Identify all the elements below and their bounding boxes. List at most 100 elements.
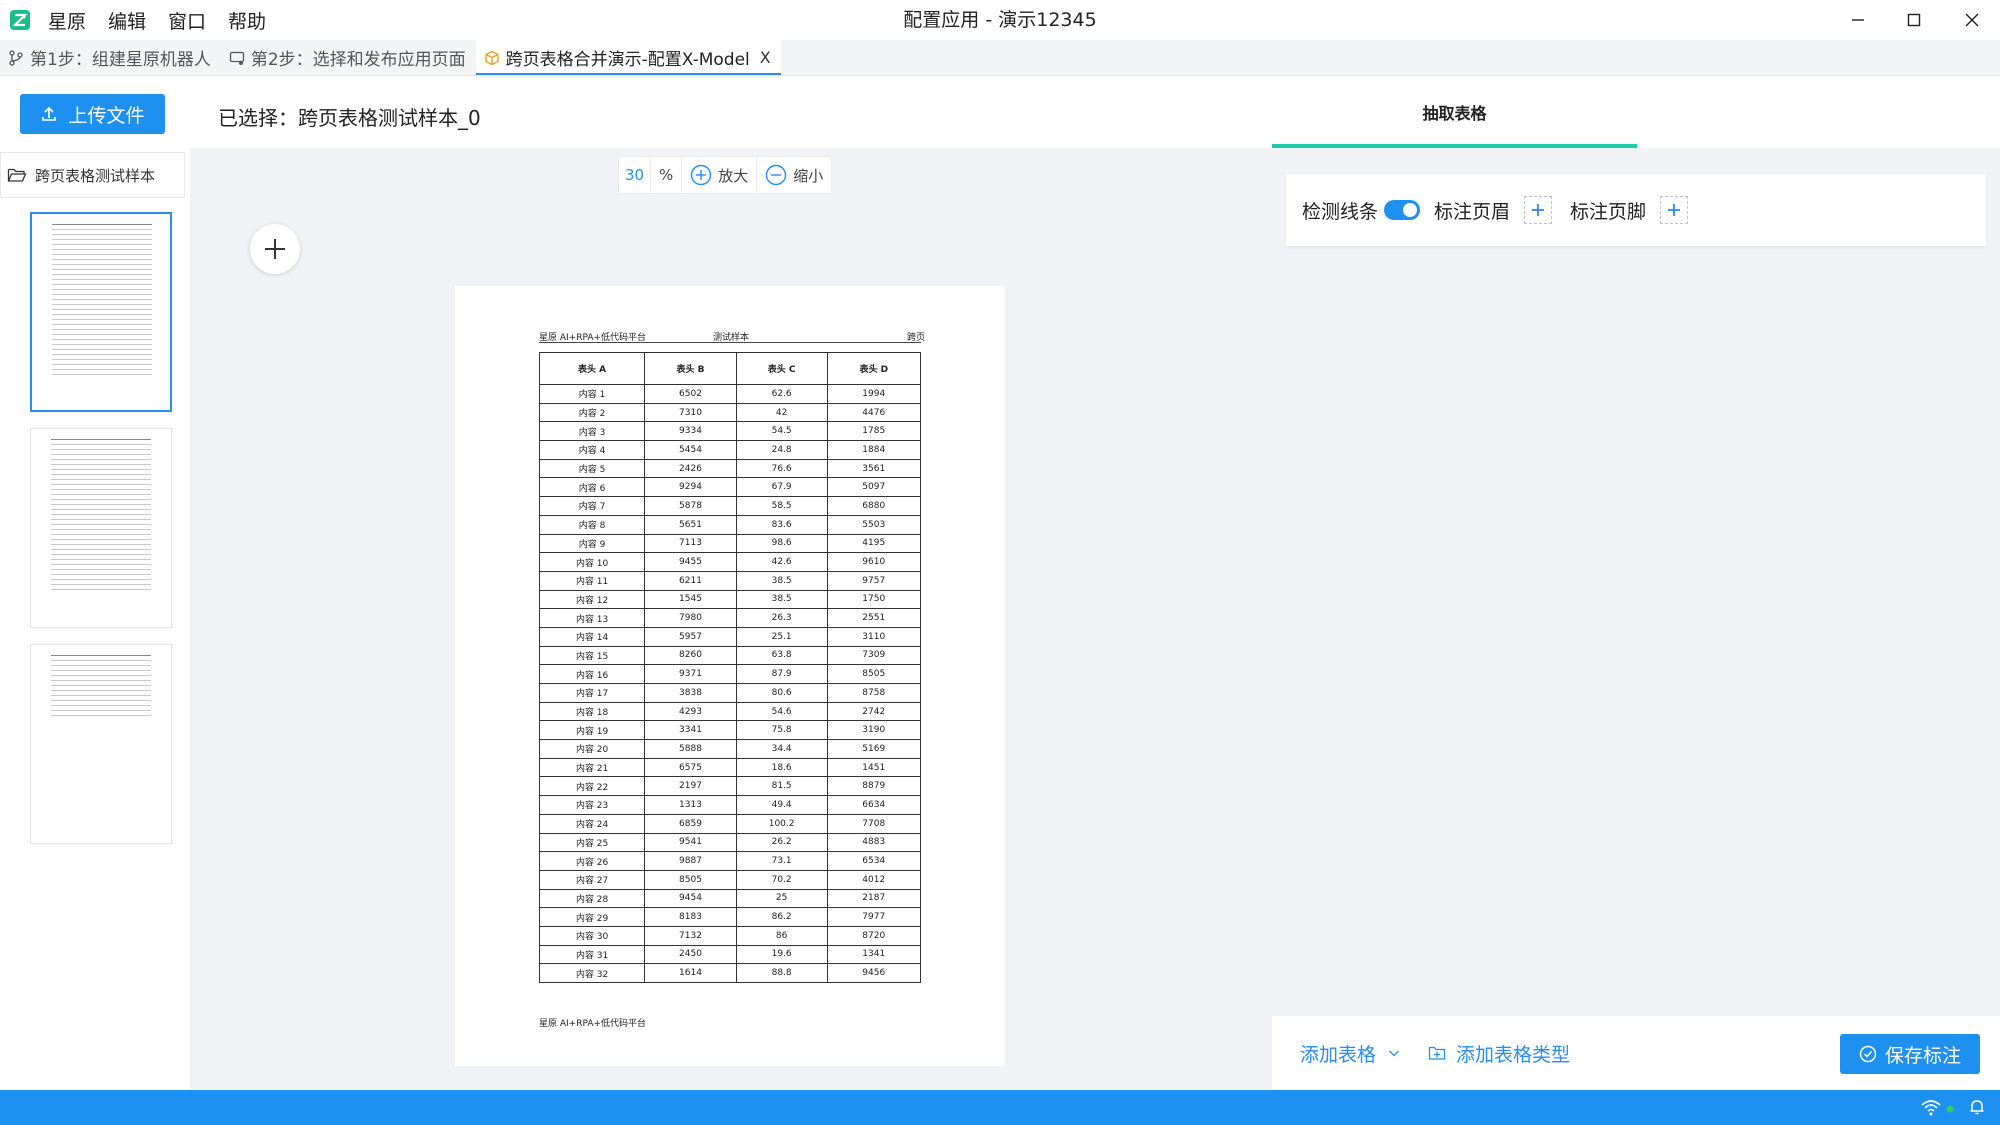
table-row: 内容 30 7132 86 8720 — [538, 925, 921, 946]
table-cell: 4012 — [826, 869, 921, 890]
table-cell: 内容 1 — [538, 384, 646, 404]
table-cell: 5957 — [644, 626, 737, 647]
thumbnail-row-line — [52, 309, 152, 310]
menu-edit[interactable]: 编辑 — [108, 7, 146, 34]
table-cell: 5454 — [644, 440, 737, 460]
tab-step2[interactable]: 第2步：选择和发布应用页面 — [221, 40, 476, 75]
table-cell: 7113 — [644, 533, 737, 554]
thumbnail-preview — [51, 655, 151, 720]
flow-icon — [229, 50, 245, 66]
table-cell: 8720 — [826, 925, 921, 946]
table-row: 内容 20 5888 34.4 5169 — [538, 739, 921, 759]
page-thumbnail-3[interactable] — [30, 644, 172, 844]
zoom-value[interactable]: 30 — [619, 157, 651, 193]
thumbnail-row-line — [51, 544, 151, 545]
tab-xmodel[interactable]: 跨页表格合并演示-配置X-Model X — [475, 40, 781, 75]
thumbnail-row-line — [51, 479, 151, 480]
detect-lines-toggle[interactable] — [1384, 200, 1421, 220]
folder-open-icon — [7, 168, 27, 182]
thumbnail-row-line — [52, 239, 152, 240]
table-cell: 54.5 — [735, 421, 828, 442]
tab-step1[interactable]: 第1步：组建星原机器人 — [0, 40, 221, 75]
mark-header-button[interactable] — [1524, 196, 1553, 224]
table-row: 内容 29 8183 86.2 7977 — [538, 907, 921, 927]
add-table-type-button[interactable]: 添加表格类型 — [1428, 1016, 1570, 1090]
table-cell: 83.6 — [735, 514, 828, 535]
tab-extract-table[interactable]: 抽取表格 — [1272, 76, 1637, 148]
thumbnail-row-line — [51, 695, 151, 696]
page-thumbnail-1[interactable] — [30, 212, 172, 412]
table-cell: 9887 — [644, 851, 737, 871]
upload-icon — [42, 106, 57, 121]
add-table-dropdown[interactable]: 添加表格 — [1300, 1016, 1400, 1090]
table-row: 内容 4 5454 24.8 1884 — [538, 440, 921, 460]
table-cell: 内容 16 — [538, 664, 646, 684]
table-cell: 1313 — [644, 795, 737, 815]
zoom-out-button[interactable]: 缩小 — [757, 157, 831, 193]
thumbnail-header-line — [51, 439, 151, 440]
minimize-button[interactable] — [1830, 0, 1886, 40]
page-thumbnail-2[interactable] — [30, 428, 172, 628]
thumbnail-row-line — [51, 464, 151, 465]
zoom-in-button[interactable]: 放大 — [682, 157, 758, 193]
folder-item[interactable]: 跨页表格测试样本 — [0, 152, 185, 198]
table-cell: 2187 — [826, 888, 921, 909]
table-cell: 8260 — [644, 645, 737, 666]
thumbnail-row-line — [52, 234, 152, 235]
table-row: 内容 5 2426 76.6 3561 — [538, 458, 921, 479]
table-cell: 5097 — [826, 477, 921, 498]
bell-icon[interactable] — [1968, 1098, 1986, 1116]
zoom-in-icon — [691, 164, 712, 186]
thumbnail-row-line — [51, 564, 151, 565]
upload-file-button[interactable]: 上传文件 — [20, 94, 165, 134]
maximize-button[interactable] — [1886, 0, 1942, 40]
document-table: 表头 A 表头 B 表头 C 表头 D 内容 1 6502 62.6 1994 内容 2 731… — [538, 352, 921, 983]
table-cell: 9454 — [644, 888, 737, 909]
table-cell: 100.2 — [735, 813, 828, 834]
table-row: 内容 22 2197 81.5 8879 — [538, 776, 921, 797]
upload-file-label: 上传文件 — [68, 104, 145, 127]
thumbnail-row-line — [51, 665, 151, 666]
table-cell: 87.9 — [735, 664, 828, 684]
table-row: 内容 15 8260 63.8 7309 — [538, 645, 921, 666]
table-cell: 6534 — [826, 851, 921, 871]
table-cell: 88.8 — [735, 963, 828, 983]
table-cell: 8758 — [826, 683, 921, 703]
close-window-button[interactable] — [1944, 0, 2000, 40]
wifi-icon[interactable] — [1920, 1098, 1942, 1116]
table-row: 内容 14 5957 25.1 3110 — [538, 626, 921, 647]
app-logo-icon — [10, 10, 30, 30]
thumbnail-row-line — [51, 559, 151, 560]
plus-icon — [1668, 204, 1681, 216]
thumbnail-row-line — [51, 519, 151, 520]
table-cell: 1994 — [826, 384, 921, 404]
panel-tabs: 抽取表格 — [1272, 76, 2000, 148]
table-row: 内容 10 9455 42.6 9610 — [538, 552, 921, 572]
table-row: 内容 24 6859 100.2 7708 — [538, 813, 921, 834]
table-cell: 内容 28 — [538, 888, 646, 909]
table-cell: 81.5 — [735, 776, 828, 797]
save-annotation-button[interactable]: 保存标注 — [1840, 1034, 1980, 1074]
menu-xingyuan[interactable]: 星原 — [48, 7, 86, 34]
table-cell: 内容 9 — [538, 533, 646, 554]
add-region-button[interactable] — [250, 224, 300, 274]
menu-window[interactable]: 窗口 — [168, 7, 206, 34]
title-bar: 星原 编辑 窗口 帮助 配置应用 - 演示12345 — [0, 0, 2000, 40]
thumbnail-row-line — [51, 449, 151, 450]
menu-help[interactable]: 帮助 — [228, 7, 266, 34]
table-cell: 内容 2 — [538, 402, 646, 423]
thumbnail-row-line — [51, 700, 151, 701]
mark-footer-button[interactable] — [1660, 196, 1689, 224]
close-icon — [1965, 13, 1979, 27]
table-cell: 1451 — [826, 757, 921, 778]
window-title: 配置应用 - 演示12345 — [903, 9, 1097, 31]
table-row: 内容 27 8505 70.2 4012 — [538, 869, 921, 890]
header-divider — [539, 342, 921, 343]
tab-close-icon[interactable]: X — [760, 48, 771, 67]
thumbnail-row-line — [51, 660, 151, 661]
thumbnail-row-line — [52, 229, 152, 230]
toolbar: 上传文件 已选择：跨页表格测试样本_0 — [0, 76, 1272, 148]
status-bar — [0, 1090, 2000, 1125]
table-row: 内容 1 6502 62.6 1994 — [538, 384, 921, 404]
thumbnail-row-line — [51, 494, 151, 495]
